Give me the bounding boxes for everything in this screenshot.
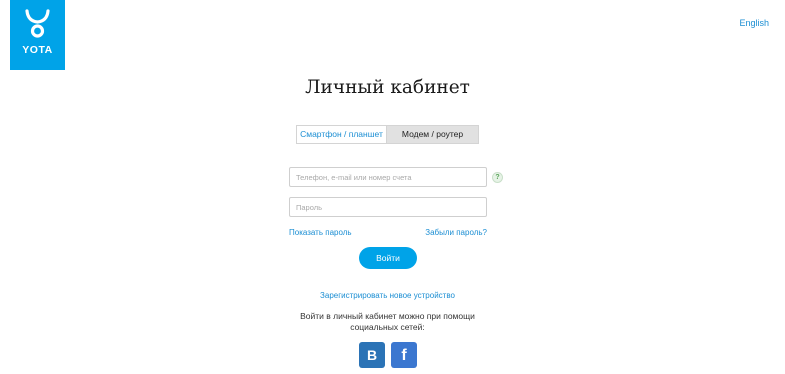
login-input[interactable] <box>289 167 487 187</box>
language-switch-link[interactable]: English <box>739 18 769 28</box>
help-icon[interactable]: ? <box>492 172 503 183</box>
show-password-link[interactable]: Показать пароль <box>289 228 352 237</box>
device-tabs: Смартфон / планшет Модем / роутер <box>296 125 479 144</box>
facebook-icon[interactable]: f <box>391 342 417 368</box>
yota-logo[interactable]: YOTA <box>10 0 65 70</box>
logo-text: YOTA <box>22 44 53 56</box>
login-page: YOTA English Личный кабинет Смартфон / п… <box>0 0 785 374</box>
login-button[interactable]: Войти <box>359 247 417 269</box>
tab-smartphone-tablet[interactable]: Смартфон / планшет <box>296 125 387 144</box>
yota-logo-icon <box>25 9 50 38</box>
vk-icon[interactable]: В <box>359 342 385 368</box>
social-login-text: Войти в личный кабинет можно при помощи … <box>0 311 775 333</box>
social-text-line-2: социальных сетей: <box>350 322 425 332</box>
password-input[interactable] <box>289 197 487 217</box>
forgot-password-link[interactable]: Забыли пароль? <box>425 228 487 237</box>
page-title: Личный кабинет <box>305 77 470 98</box>
register-device-link[interactable]: Зарегистрировать новое устройство <box>0 291 775 300</box>
tab-modem-router[interactable]: Модем / роутер <box>387 125 479 144</box>
social-text-line-1: Войти в личный кабинет можно при помощи <box>300 311 475 321</box>
